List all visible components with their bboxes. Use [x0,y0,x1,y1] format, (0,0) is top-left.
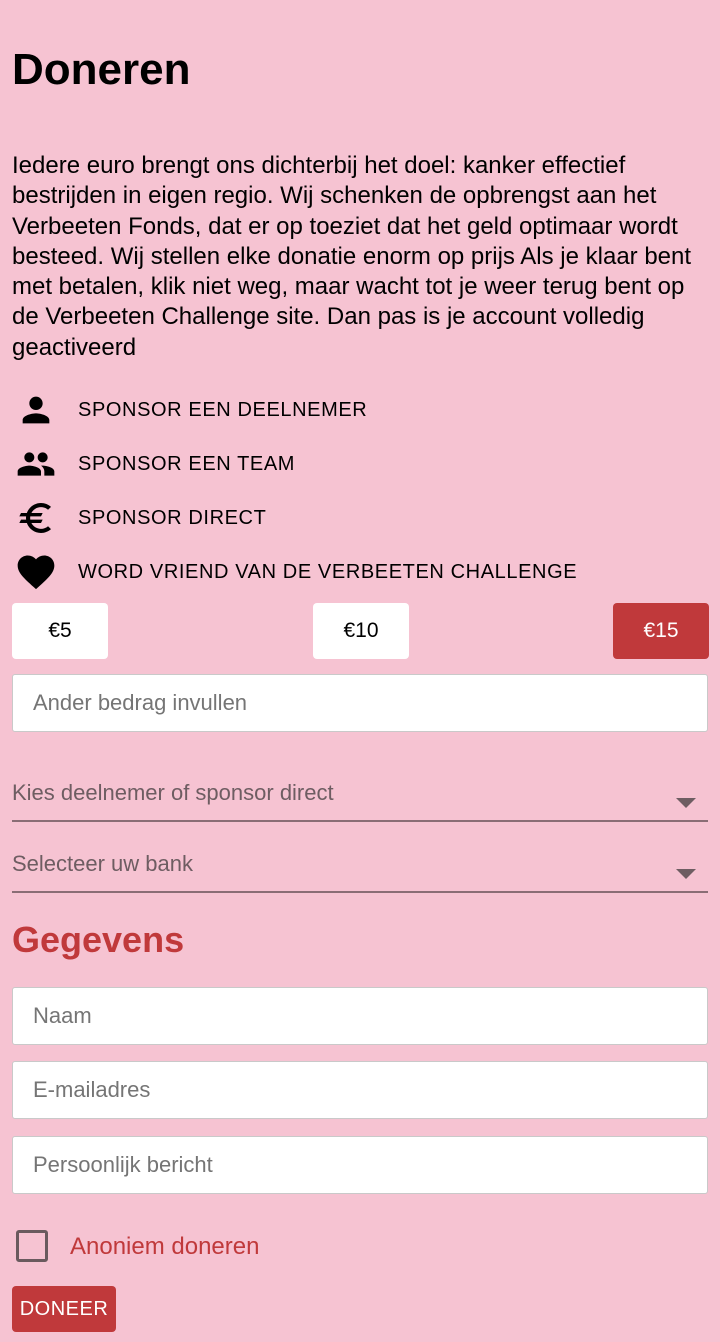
anonymous-checkbox[interactable] [16,1230,48,1262]
amount-15-button[interactable]: €15 [613,603,709,659]
bank-select-value: Selecteer uw bank [12,851,193,876]
option-label: WORD VRIEND VAN DE VERBEETEN CHALLENGE [78,560,578,583]
bank-select[interactable]: Selecteer uw bank [12,845,708,893]
group-icon [12,442,60,486]
anonymous-label[interactable]: Anoniem doneren [70,1233,259,1261]
intro-text: Iedere euro brengt ons dichterbij het do… [12,152,692,361]
euro-icon [12,496,60,540]
email-field[interactable] [12,1061,708,1119]
heart-icon [12,550,60,594]
option-sponsor-participant[interactable]: SPONSOR EEN DEELNEMER [12,388,708,432]
name-field[interactable] [12,987,708,1045]
other-amount-input[interactable] [12,674,708,732]
option-label: SPONSOR DIRECT [78,506,267,529]
option-label: SPONSOR EEN TEAM [78,452,296,475]
amount-10-button[interactable]: €10 [313,603,409,659]
donate-button[interactable]: DONEER [12,1286,116,1332]
amount-5-button[interactable]: €5 [12,603,108,659]
details-heading: Gegevens [12,919,185,960]
chevron-down-icon [676,798,696,808]
participant-select[interactable]: Kies deelnemer of sponsor direct [12,774,708,822]
option-become-friend[interactable]: WORD VRIEND VAN DE VERBEETEN CHALLENGE [12,550,708,594]
message-field[interactable] [12,1136,708,1194]
person-icon [12,388,60,432]
page-title: Doneren [12,45,191,94]
option-label: SPONSOR EEN DEELNEMER [78,398,368,421]
participant-select-value: Kies deelnemer of sponsor direct [12,780,334,805]
chevron-down-icon [676,869,696,879]
option-sponsor-team[interactable]: SPONSOR EEN TEAM [12,442,708,486]
option-sponsor-direct[interactable]: SPONSOR DIRECT [12,496,708,540]
